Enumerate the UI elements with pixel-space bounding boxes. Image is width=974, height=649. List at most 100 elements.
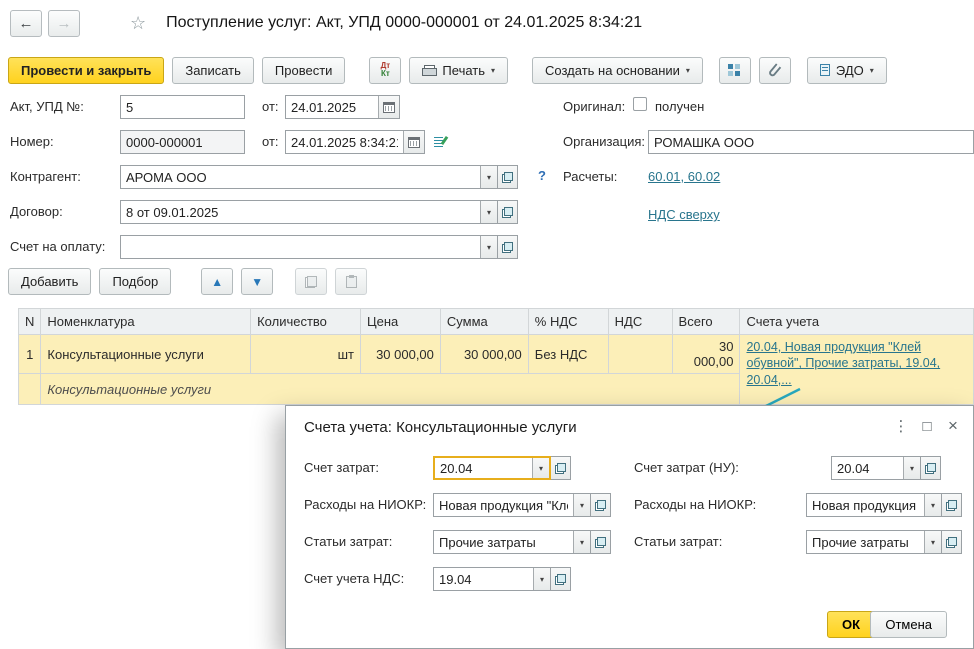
- create-on-basis-button[interactable]: Создать на основании ▾: [532, 56, 703, 84]
- edit-list-icon: [434, 136, 446, 148]
- original-label: Оригинал:: [563, 99, 626, 114]
- contract-group: ▾: [120, 200, 518, 224]
- act-number-label: Акт, УПД №:: [10, 99, 84, 114]
- dialog-close-button[interactable]: ×: [943, 416, 963, 436]
- original-checkbox[interactable]: [633, 97, 647, 111]
- open-button[interactable]: [498, 200, 518, 224]
- col-vat-rate[interactable]: % НДС: [527, 308, 609, 335]
- forward-icon: →: [56, 14, 72, 32]
- cost-items-group: ▾: [433, 530, 611, 554]
- number-datetime-input[interactable]: [286, 131, 403, 153]
- edo-document-icon: [819, 64, 830, 76]
- cost-account-input[interactable]: [435, 458, 532, 478]
- counterparty-help-link[interactable]: ?: [538, 168, 546, 183]
- dropdown-button[interactable]: ▾: [533, 568, 550, 590]
- open-button[interactable]: [921, 456, 941, 480]
- cost-items-nu-input[interactable]: [807, 531, 924, 553]
- chevron-down-icon: ▾: [538, 463, 543, 473]
- open-icon: [946, 536, 957, 548]
- col-accounts[interactable]: Счета учета: [739, 308, 974, 335]
- calendar-button[interactable]: [403, 131, 424, 153]
- ok-button[interactable]: ОК: [826, 611, 875, 638]
- favorite-star-icon[interactable]: ☆: [130, 13, 146, 34]
- cost-account-group: ▾: [433, 456, 571, 480]
- settlements-link[interactable]: 60.01, 60.02: [648, 169, 720, 184]
- cost-items-input[interactable]: [434, 531, 573, 553]
- vat-mode-link[interactable]: НДС сверху: [648, 207, 720, 222]
- vat-account-input[interactable]: [434, 568, 533, 590]
- cell-vat: [607, 334, 673, 374]
- open-button[interactable]: [942, 530, 962, 554]
- open-button[interactable]: [498, 165, 518, 189]
- copy-button[interactable]: [295, 268, 328, 295]
- original-checkbox-label[interactable]: получен: [655, 99, 704, 114]
- dialog-menu-button[interactable]: ⋮: [891, 416, 911, 436]
- col-price[interactable]: Цена: [360, 308, 441, 335]
- dropdown-button[interactable]: ▾: [480, 236, 497, 258]
- chevron-down-icon: ▾: [930, 500, 935, 510]
- print-button[interactable]: Печать ▾: [409, 56, 509, 84]
- cost-account-nu-input[interactable]: [832, 457, 903, 479]
- edo-button[interactable]: ЭДО ▾: [806, 56, 887, 84]
- dropdown-button[interactable]: ▾: [573, 531, 590, 553]
- dropdown-button[interactable]: ▾: [924, 531, 941, 553]
- dropdown-button[interactable]: ▾: [480, 201, 497, 223]
- dropdown-button[interactable]: ▾: [532, 458, 549, 478]
- act-number-input[interactable]: [121, 96, 244, 118]
- back-button[interactable]: ←: [10, 9, 42, 37]
- table-row[interactable]: 1 Консультационные услуги шт 30 000,00 3…: [17, 334, 974, 405]
- counterparty-input[interactable]: [121, 166, 480, 188]
- dialog-title: Счета учета: Консультационные услуги: [304, 419, 577, 436]
- contract-input[interactable]: [121, 201, 480, 223]
- open-icon: [595, 536, 606, 548]
- open-button[interactable]: [551, 456, 571, 480]
- write-button[interactable]: Записать: [172, 56, 254, 84]
- dropdown-button[interactable]: ▾: [480, 166, 497, 188]
- post-and-close-button[interactable]: Провести и закрыть: [8, 56, 165, 84]
- cell-vat-rate: Без НДС: [527, 334, 609, 374]
- chevron-down-icon: ▾: [486, 207, 491, 217]
- paperclip-icon: [768, 62, 782, 78]
- document-movements-button[interactable]: [718, 56, 751, 84]
- open-button[interactable]: [942, 493, 962, 517]
- add-row-button[interactable]: Добавить: [8, 268, 92, 295]
- col-total[interactable]: Всего: [671, 308, 741, 335]
- invoice-input[interactable]: [121, 236, 480, 258]
- cancel-button[interactable]: Отмена: [870, 611, 947, 638]
- open-button[interactable]: [591, 493, 611, 517]
- set-time-button[interactable]: [429, 130, 451, 154]
- act-date-input[interactable]: [286, 96, 378, 118]
- col-amount[interactable]: Сумма: [439, 308, 529, 335]
- paste-icon: [345, 274, 357, 288]
- col-n[interactable]: N: [17, 308, 42, 335]
- col-vat[interactable]: НДС: [607, 308, 673, 335]
- rnd-expenses-nu-input[interactable]: [807, 494, 924, 516]
- arrow-down-icon: ▼: [251, 274, 264, 289]
- move-down-button[interactable]: ▼: [241, 268, 274, 295]
- dialog-maximize-button[interactable]: □: [917, 416, 937, 436]
- dtkt-button[interactable]: Дт Кт: [369, 56, 402, 84]
- open-button[interactable]: [591, 530, 611, 554]
- document-window: ← → ☆ Поступление услуг: Акт, УПД 0000-0…: [0, 0, 974, 649]
- organization-input[interactable]: [649, 131, 973, 153]
- paste-button[interactable]: [335, 268, 368, 295]
- forward-button[interactable]: →: [48, 9, 80, 37]
- open-button[interactable]: [551, 567, 571, 591]
- rnd-expenses-input[interactable]: [434, 494, 573, 516]
- pick-button[interactable]: Подбор: [99, 268, 172, 295]
- open-button[interactable]: [498, 235, 518, 259]
- col-quantity[interactable]: Количество: [250, 308, 361, 335]
- counterparty-label: Контрагент:: [10, 169, 81, 184]
- calendar-button[interactable]: [378, 96, 399, 118]
- dropdown-button[interactable]: ▾: [924, 494, 941, 516]
- move-up-button[interactable]: ▲: [201, 268, 234, 295]
- dropdown-button[interactable]: ▾: [573, 494, 590, 516]
- act-number-group: [120, 95, 245, 119]
- dropdown-button[interactable]: ▾: [903, 457, 920, 479]
- accounts-link[interactable]: 20.04, Новая продукция "Клей обувной", П…: [746, 340, 940, 387]
- post-button[interactable]: Провести: [261, 56, 346, 84]
- col-nomenclature[interactable]: Номенклатура: [40, 308, 252, 335]
- chevron-down-icon: ▾: [909, 463, 914, 473]
- number-input[interactable]: [121, 131, 244, 153]
- attachments-button[interactable]: [758, 56, 791, 84]
